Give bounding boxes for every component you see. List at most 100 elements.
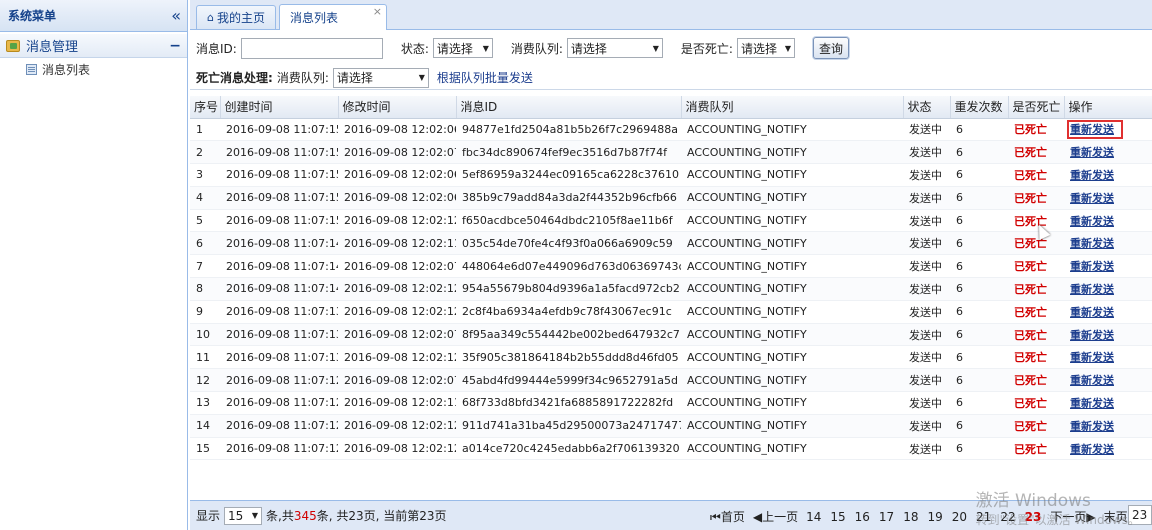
table-row: 7 2016-09-08 11:07:14 2016-09-08 12:02:07 4… [190,254,1152,279]
resend-button[interactable]: 重新发送 [1070,283,1114,296]
column-header[interactable]: 是否死亡 [1008,96,1065,119]
tab-message-list[interactable]: 消息列表 × [279,4,387,30]
table-cell: 重新发送 [1064,254,1152,279]
collapse-group-icon[interactable]: − [169,38,181,54]
dead-message-bar: 死亡消息处理: 消费队列: 请选择 ▼ 根据队列批量发送 [190,66,1152,90]
column-header[interactable]: 状态 [903,96,951,119]
column-header[interactable]: 操作 [1064,96,1152,119]
table-cell: 2016-09-08 11:07:14 [220,277,338,301]
table-cell: 重新发送 [1064,231,1152,256]
select-value: 请选择 [740,41,777,56]
page-link[interactable]: 14 [806,510,821,524]
table-cell: 6 [950,437,1008,461]
resend-button[interactable]: 重新发送 [1070,351,1114,364]
page-link[interactable]: 21 [976,510,991,524]
page-link[interactable]: 23 [1025,510,1042,524]
resend-button[interactable]: 重新发送 [1070,374,1114,387]
prev-page-button[interactable]: ◀上一页 [753,508,798,525]
page-link[interactable]: 20 [952,510,967,524]
table-cell: 已死亡 [1008,437,1064,461]
resend-button[interactable]: 重新发送 [1070,329,1114,342]
column-header[interactable]: 创建时间 [220,96,339,119]
resend-button[interactable]: 重新发送 [1067,120,1123,140]
table-cell: 2016-09-08 11:07:14 [220,231,338,256]
table-cell: 6 [950,414,1008,438]
search-button[interactable]: 查询 [812,37,849,59]
page-link[interactable]: 15 [830,510,845,524]
tab-label: 我的主页 [216,11,265,25]
table-cell: 94877e1fd2504a81b5b26f7c2969488a [456,118,681,142]
table-cell: 2016-09-08 12:02:06 [338,186,456,210]
table-cell: 2016-09-08 12:02:06 [338,163,456,187]
next-page-button[interactable]: 下一页▶ [1050,508,1095,525]
resend-button[interactable]: 重新发送 [1070,260,1114,273]
table-cell: ACCOUNTING_NOTIFY [681,300,903,324]
dead-bar-title: 死亡消息处理: [196,71,273,85]
resend-button[interactable]: 重新发送 [1070,215,1114,228]
page-link[interactable]: 22 [1000,510,1015,524]
table-cell: 11 [190,345,220,370]
dead-select[interactable]: 请选择 ▼ [736,38,795,58]
table-cell: 重新发送 [1064,323,1152,347]
menu-group-message-management[interactable]: 消息管理 − [0,34,187,58]
table-cell: 911d741a31ba45d29500073a24717477 [456,414,681,438]
table-cell: 重新发送 [1064,368,1152,393]
column-header[interactable]: 消费队列 [681,96,904,119]
table-cell: 2016-09-08 11:07:12 [220,437,338,461]
table-cell: 重新发送 [1064,186,1152,210]
page-link[interactable]: 17 [879,510,894,524]
first-page-button[interactable]: ⏮首页 [710,508,745,525]
page-number-input[interactable]: 23 [1128,505,1152,525]
msg-id-input[interactable] [240,37,383,59]
table-cell: 4 [190,186,220,210]
dead-queue-select[interactable]: 请选择 ▼ [332,67,429,88]
column-header[interactable]: 重发次数 [950,96,1009,119]
resend-button[interactable]: 重新发送 [1070,169,1114,182]
table-cell: ACCOUNTING_NOTIFY [681,391,903,415]
column-header[interactable]: 消息ID [456,96,682,119]
resend-button[interactable]: 重新发送 [1070,397,1114,410]
tab-home[interactable]: ⌂ 我的主页 [196,5,276,29]
page-link[interactable]: 18 [903,510,918,524]
page-link[interactable]: 19 [927,510,942,524]
column-header[interactable]: 序号 [190,96,221,119]
dropdown-arrow-icon: ▼ [784,43,791,53]
resend-button[interactable]: 重新发送 [1070,192,1114,205]
queue-select[interactable]: 请选择 ▼ [566,38,663,58]
table-cell: 发送中 [903,437,950,461]
table-cell: 发送中 [903,209,950,233]
sidebar-item-message-list[interactable]: 消息列表 [0,58,187,80]
table-cell: 已死亡 [1008,277,1064,301]
status-select[interactable]: 请选择 ▼ [432,38,493,58]
table-cell: 6 [950,254,1008,279]
table-row: 12 2016-09-08 11:07:12 2016-09-08 12:02:07… [190,368,1152,393]
table-cell: ACCOUNTING_NOTIFY [681,140,903,165]
msg-id-label: 消息ID: [196,41,237,56]
column-header[interactable]: 修改时间 [338,96,457,119]
table-cell: 2016-09-08 12:02:07 [338,140,456,165]
resend-button[interactable]: 重新发送 [1070,146,1114,159]
resend-button[interactable]: 重新发送 [1070,306,1114,319]
resend-button[interactable]: 重新发送 [1070,443,1114,456]
table-cell: 重新发送 [1064,163,1152,187]
resend-button[interactable]: 重新发送 [1070,237,1114,250]
collapse-sidebar-icon[interactable]: « [171,7,181,24]
pager-nav: ⏮首页 ◀上一页 14151617181920212223 下一页▶ 末页⏭ [710,508,1146,525]
table-cell: 2016-09-08 11:07:12 [220,391,338,415]
table-cell: 12 [190,368,220,393]
table-cell: 15 [190,437,220,461]
table-cell: 发送中 [903,323,950,347]
close-icon[interactable]: × [373,5,382,18]
table-cell: 5ef86959a3244ec09165ca6228c37610 [456,163,681,187]
prev-label: 上一页 [762,510,799,524]
page-size-select[interactable]: 15 ▼ [224,506,263,525]
table-cell: 已死亡 [1008,414,1064,438]
table-cell: ACCOUNTING_NOTIFY [681,231,903,256]
resend-button[interactable]: 重新发送 [1070,420,1114,433]
table-cell: 8f95aa349c554442be002bed647932c7 [456,323,681,347]
page-link[interactable]: 16 [855,510,870,524]
table-cell: 9 [190,300,220,324]
sidebar-title: 系统菜单 [8,9,57,23]
table-cell: 6 [950,140,1008,165]
batch-resend-link[interactable]: 根据队列批量发送 [437,69,533,86]
